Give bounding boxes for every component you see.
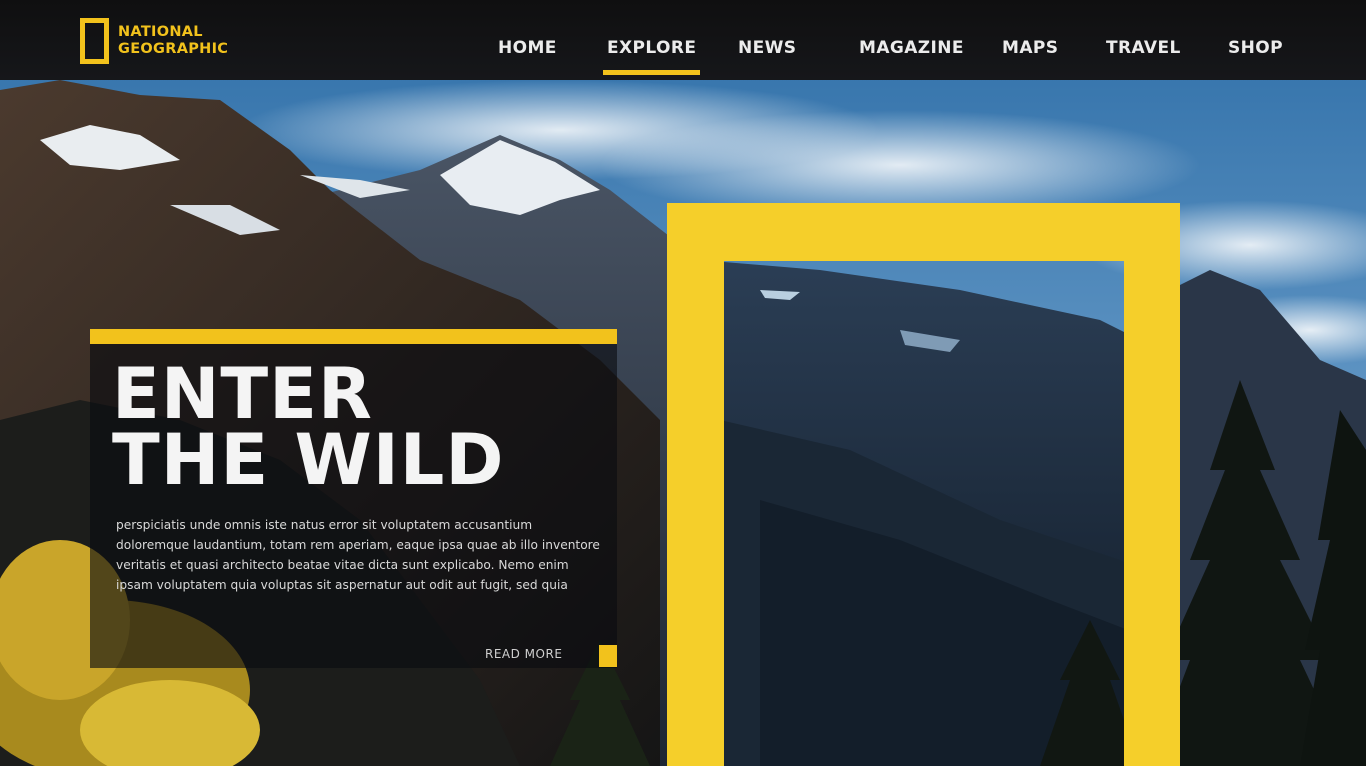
nav-item-explore[interactable]: EXPLORE (602, 38, 701, 75)
nav-item-maps[interactable]: MAPS (1002, 38, 1058, 58)
hero-title-line-1: ENTER (112, 353, 373, 435)
hero-title: ENTER THE WILD (112, 353, 505, 501)
nav-item-news[interactable]: NEWS (738, 38, 796, 58)
brand-logo[interactable]: NATIONAL GEOGRAPHIC (80, 17, 228, 65)
read-more-link[interactable]: READ MORE (485, 647, 562, 661)
logo-line-1: NATIONAL (118, 24, 203, 40)
nav-item-magazine[interactable]: MAGAZINE (859, 38, 964, 58)
hero-accent-bar (90, 329, 617, 344)
hero-description: perspiciatis unde omnis iste natus error… (116, 518, 600, 592)
top-navigation-bar: NATIONAL GEOGRAPHIC HOME EXPLORE NEWS MA… (0, 0, 1366, 80)
logo-wordmark: NATIONAL GEOGRAPHIC (118, 24, 228, 58)
hero-title-line-2: THE WILD (112, 419, 505, 501)
logo-line-2: GEOGRAPHIC (118, 41, 229, 57)
read-more-arrow-icon[interactable] (599, 645, 617, 667)
hero-card: ENTER THE WILD perspiciatis unde omnis i… (90, 329, 617, 668)
nav-item-home[interactable]: HOME (498, 38, 557, 58)
yellow-border-frame (667, 203, 1180, 766)
nav-item-travel[interactable]: TRAVEL (1106, 38, 1181, 58)
nav-item-shop[interactable]: SHOP (1228, 38, 1283, 58)
main-nav: HOME EXPLORE NEWS MAGAZINE MAPS TRAVEL S… (470, 0, 1306, 80)
yellow-frame-logo-icon (80, 18, 109, 64)
